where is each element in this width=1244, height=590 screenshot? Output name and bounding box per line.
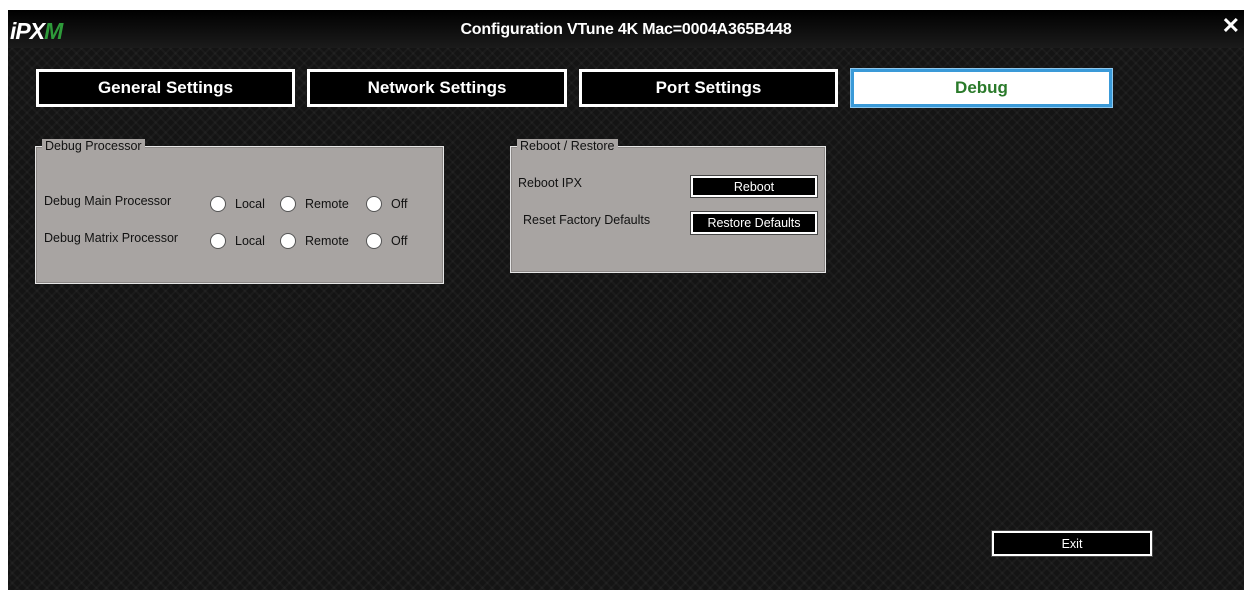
title-bar: iPXM Configuration VTune 4K Mac=0004A365… [8,10,1244,48]
tab-debug[interactable]: Debug [851,69,1112,107]
debug-main-processor-label: Debug Main Processor [44,194,172,208]
config-window: iPXM Configuration VTune 4K Mac=0004A365… [8,10,1244,590]
close-icon[interactable]: ✕ [1222,15,1240,37]
reboot-restore-legend: Reboot / Restore [517,139,618,154]
main-remote-radio[interactable] [280,196,296,212]
main-off-radio[interactable] [366,196,382,212]
matrix-remote-radio[interactable] [280,233,296,249]
debug-processor-group: Debug Processor Debug Main Processor Loc… [35,139,444,284]
tab-network-settings[interactable]: Network Settings [307,69,567,107]
matrix-local-label[interactable]: Local [235,234,265,248]
main-off-label[interactable]: Off [391,197,407,211]
matrix-off-radio[interactable] [366,233,382,249]
matrix-off-label[interactable]: Off [391,234,407,248]
exit-button[interactable]: Exit [991,530,1153,557]
matrix-local-radio[interactable] [210,233,226,249]
debug-matrix-processor-label: Debug Matrix Processor [44,231,179,245]
main-local-label[interactable]: Local [235,197,265,211]
main-remote-label[interactable]: Remote [305,197,349,211]
main-local-radio[interactable] [210,196,226,212]
matrix-remote-label[interactable]: Remote [305,234,349,248]
reboot-button[interactable]: Reboot [690,175,818,198]
reboot-ipx-label: Reboot IPX [518,176,582,190]
reboot-restore-group: Reboot / Restore Reboot IPX Reboot Reset… [510,139,826,273]
reset-factory-defaults-label: Reset Factory Defaults [523,213,651,227]
restore-defaults-button[interactable]: Restore Defaults [690,211,818,235]
tab-general-settings[interactable]: General Settings [36,69,295,107]
tab-port-settings[interactable]: Port Settings [579,69,838,107]
window-title: Configuration VTune 4K Mac=0004A365B448 [460,21,792,38]
debug-processor-legend: Debug Processor [42,139,145,154]
